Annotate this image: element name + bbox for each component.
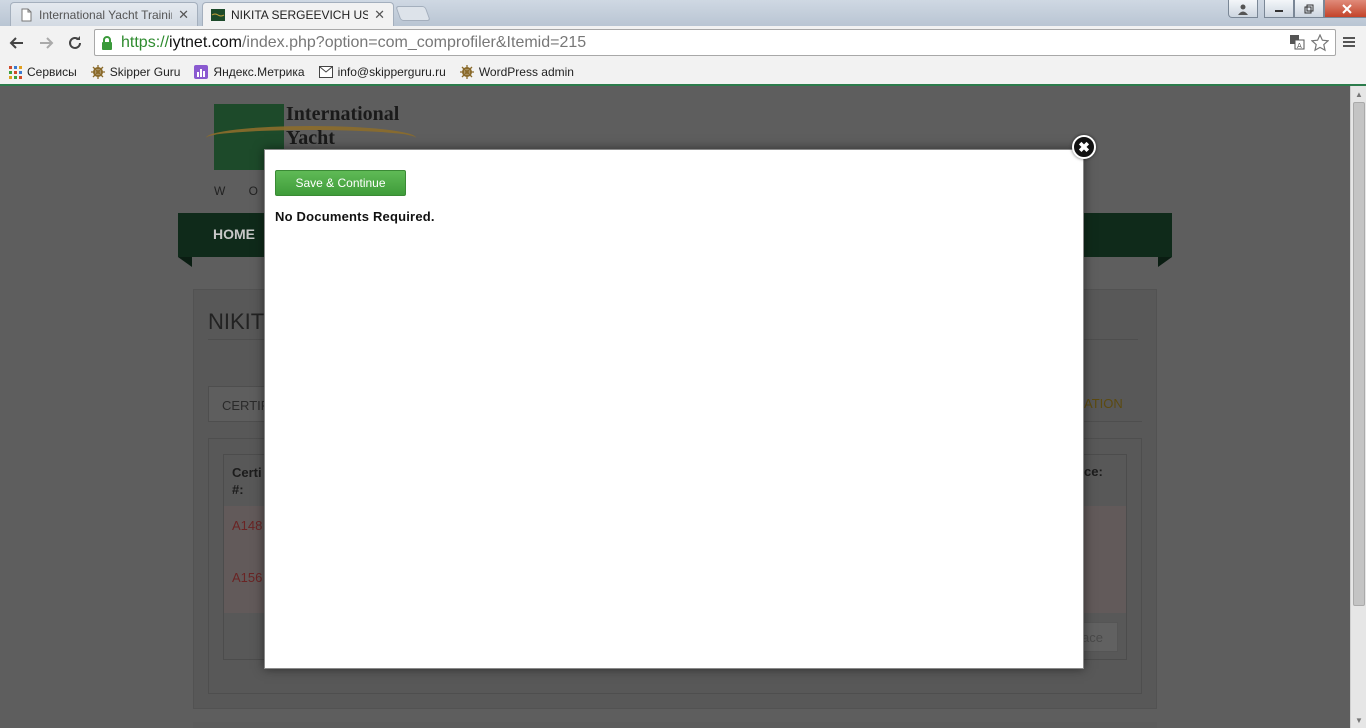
table-header-certificate: Certi #: [232,464,262,498]
table-header-place: ce: [1084,464,1103,479]
new-tab-button[interactable] [395,6,431,21]
close-icon[interactable]: ✖ [1072,135,1096,159]
tab-title: NIKITA SERGEEVICH USPE [231,7,368,22]
metrika-chart-icon [194,65,209,79]
apps-grid-icon [8,65,22,79]
site-favicon-icon [211,8,225,21]
tab-application[interactable]: ATION [1084,396,1123,411]
browser-chrome: International Yacht Trainin ✕ NIKITA SER… [0,0,1366,86]
user-icon[interactable] [1228,0,1258,18]
bookmark-apps[interactable]: Сервисы [8,65,77,79]
bookmark-label: Яндекс.Метрика [213,65,305,79]
bookmark-mail[interactable]: info@skipperguru.ru [318,65,446,79]
bookmark-label: WordPress admin [478,65,574,79]
back-arrow-icon[interactable] [5,31,29,55]
logo-line-1: International [286,103,400,125]
bookmark-label: Skipper Guru [109,65,181,79]
window-close-button[interactable] [1324,0,1366,18]
helm-wheel-icon [459,65,474,79]
scroll-up-arrow-icon[interactable]: ▲ [1351,87,1366,101]
browser-tab-2[interactable]: NIKITA SERGEEVICH USPE ✕ [202,2,394,26]
bookmark-label: info@skipperguru.ru [337,65,446,79]
table-row: A156 [232,570,263,585]
modal-message: No Documents Required. [275,209,435,224]
modal-dialog: Save & Continue No Documents Required. [264,149,1084,669]
window-controls [1228,0,1366,18]
browser-toolbar: https://iytnet.com/index.php?option=com_… [0,26,1366,60]
bookmark-star-icon[interactable] [1310,33,1330,56]
logo-line-2: Yacht [286,127,335,149]
tab-title: International Yacht Trainin [39,7,173,22]
place-button[interactable]: ace [1078,622,1118,652]
lock-icon [101,35,117,51]
logo-subtitle: W O [214,184,268,198]
tab-certificates[interactable]: CERTIF [208,386,272,422]
address-bar[interactable]: https://iytnet.com/index.php?option=com_… [94,29,1336,56]
helm-wheel-icon [90,65,105,79]
close-icon[interactable]: ✕ [374,7,385,23]
header-line-1: Certi [232,465,262,480]
svg-text:A: A [1297,42,1302,50]
reload-icon[interactable] [63,31,87,55]
navbar-fold-right [1158,257,1172,267]
url-path: /index.php?option=com_comprofiler&Itemid… [241,33,587,51]
page-icon [21,8,32,21]
page-scrollbar[interactable]: ▲ ▼ [1350,86,1366,728]
close-icon[interactable]: ✕ [178,7,189,23]
url-scheme: https:// [121,33,170,51]
translate-icon[interactable]: A [1289,34,1305,56]
footer-bar [193,722,1157,728]
page-title: NIKIT [208,309,265,334]
url-host: iytnet.com [169,33,242,51]
navbar-fold-left [178,257,192,267]
browser-tab-1[interactable]: International Yacht Trainin ✕ [10,2,198,26]
bookmark-label: Сервисы [27,65,77,79]
omnibox-icons: A [1289,33,1330,56]
scroll-thumb[interactable] [1353,102,1365,606]
site-logo[interactable]: International Yacht [286,102,399,150]
browser-menu-icon[interactable] [1342,33,1356,54]
bookmark-skipper-guru[interactable]: Skipper Guru [90,65,181,79]
scroll-down-arrow-icon[interactable]: ▼ [1351,713,1366,727]
minimize-button[interactable] [1264,0,1294,18]
header-line-2: #: [232,482,244,497]
forward-arrow-icon[interactable] [34,31,58,55]
mail-icon [318,65,333,79]
tab-strip: International Yacht Trainin ✕ NIKITA SER… [0,0,1366,26]
nav-item-home[interactable]: HOME [213,226,255,242]
table-row: A148 [232,518,263,533]
bookmark-yandex-metrika[interactable]: Яндекс.Метрика [194,65,305,79]
restore-button[interactable] [1294,0,1324,18]
bookmark-wordpress-admin[interactable]: WordPress admin [459,65,574,79]
save-continue-button[interactable]: Save & Continue [275,170,406,196]
bookmarks-bar: Сервисы Skipper Guru Яндекс.Метрика info… [0,60,1366,84]
